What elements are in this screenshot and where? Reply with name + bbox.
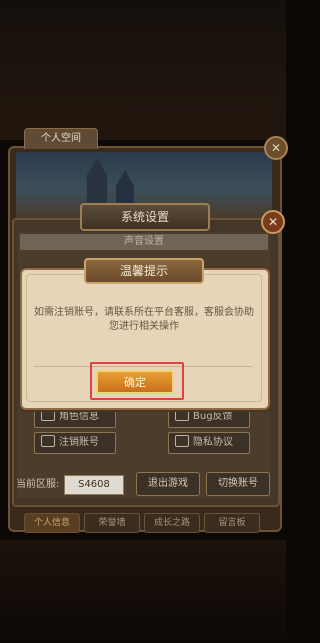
privacy-label: 隐私协议: [193, 437, 233, 448]
role-info-label: 角色信息: [59, 411, 99, 422]
personal-space-tab[interactable]: 个人空间: [24, 128, 98, 149]
gamepad-icon: [41, 435, 55, 447]
close-icon[interactable]: ✕: [264, 136, 288, 160]
cancel-account-label: 注销账号: [59, 437, 99, 448]
cancel-account-button[interactable]: 注销账号: [34, 432, 116, 454]
tab-personal-info[interactable]: 个人信息: [24, 513, 80, 533]
dialog-title: 温馨提示: [84, 258, 204, 284]
tab-honor-wall[interactable]: 荣誉墙: [84, 513, 140, 533]
document-icon: [175, 435, 189, 447]
region-value: S4608: [64, 475, 124, 495]
tab-message-board[interactable]: 留言板: [204, 513, 260, 533]
bug-feedback-label: Bug反馈: [193, 411, 233, 422]
sound-settings-header: 声音设置: [20, 234, 268, 250]
user-icon: [41, 409, 55, 421]
confirm-button[interactable]: 确定: [96, 370, 174, 394]
tab-growth-path[interactable]: 成长之路: [144, 513, 200, 533]
bug-icon: [175, 409, 189, 421]
dialog-message: 如需注销账号，请联系所在平台客服，客服会协助您进行相关操作: [34, 307, 254, 332]
background-bottom: [0, 540, 286, 643]
switch-account-button[interactable]: 切换账号: [206, 472, 270, 496]
exit-game-button[interactable]: 退出游戏: [136, 472, 200, 496]
privacy-button[interactable]: 隐私协议: [168, 432, 250, 454]
settings-title: 系统设置: [80, 203, 210, 231]
region-label: 当前区服:: [16, 479, 60, 490]
close-icon[interactable]: ✕: [261, 210, 285, 234]
background-top: [0, 0, 286, 140]
